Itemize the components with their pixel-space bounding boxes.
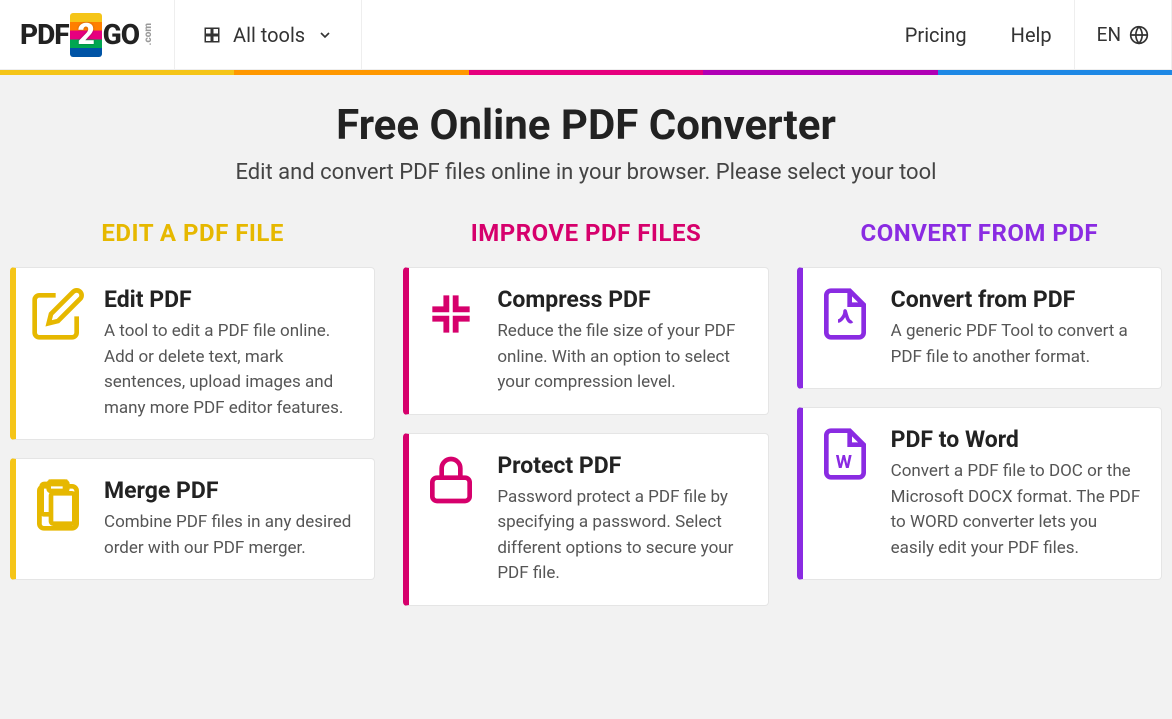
page-title: Free Online PDF Converter: [10, 101, 1162, 150]
card-desc: Reduce the file size of your PDF online.…: [497, 319, 749, 396]
word-file-icon: W: [817, 426, 873, 482]
column-improve: IMPROVE PDF FILES Compress PDF Reduce th…: [403, 219, 768, 624]
edit-icon: [30, 286, 86, 342]
column-convert: CONVERT FROM PDF Convert from PDF A gene…: [797, 219, 1162, 624]
card-merge-pdf[interactable]: Merge PDF Combine PDF files in any desir…: [10, 458, 375, 580]
card-desc: A tool to edit a PDF file online. Add or…: [104, 319, 356, 421]
pdf-file-icon: [817, 286, 873, 342]
column-edit: EDIT A PDF FILE Edit PDF A tool to edit …: [10, 219, 375, 624]
card-title: Edit PDF: [104, 286, 356, 313]
column-title: EDIT A PDF FILE: [10, 219, 375, 247]
all-tools-label: All tools: [233, 23, 305, 47]
logo-text-go: GO: [103, 18, 139, 51]
card-desc: A generic PDF Tool to convert a PDF file…: [891, 319, 1143, 370]
nav-pricing[interactable]: Pricing: [883, 0, 989, 69]
hero: Free Online PDF Converter Edit and conve…: [0, 75, 1172, 219]
lock-icon: [423, 452, 479, 508]
column-title: CONVERT FROM PDF: [797, 219, 1162, 247]
language-label: EN: [1097, 23, 1121, 46]
card-desc: Password protect a PDF file by specifyin…: [497, 485, 749, 587]
header: PDF 2 GO .com All tools Pricing Help EN: [0, 0, 1172, 70]
all-tools-menu[interactable]: All tools: [175, 0, 361, 69]
card-title: Merge PDF: [104, 477, 356, 504]
globe-icon: [1129, 25, 1149, 45]
logo[interactable]: PDF 2 GO .com: [0, 0, 174, 69]
card-title: Protect PDF: [497, 452, 749, 479]
merge-icon: [30, 477, 86, 533]
rainbow-bar: [0, 70, 1172, 75]
card-desc: Combine PDF files in any desired order w…: [104, 510, 356, 561]
card-protect-pdf[interactable]: Protect PDF Password protect a PDF file …: [403, 433, 768, 606]
logo-badge: 2: [70, 13, 102, 57]
card-title: Convert from PDF: [891, 286, 1143, 313]
chevron-down-icon: [317, 27, 333, 43]
tool-columns: EDIT A PDF FILE Edit PDF A tool to edit …: [0, 219, 1172, 644]
nav-help[interactable]: Help: [989, 0, 1074, 69]
column-title: IMPROVE PDF FILES: [403, 219, 768, 247]
card-compress-pdf[interactable]: Compress PDF Reduce the file size of you…: [403, 267, 768, 415]
card-title: PDF to Word: [891, 426, 1143, 453]
logo-text-com: .com: [143, 23, 154, 45]
divider: [361, 0, 362, 70]
language-selector[interactable]: EN: [1075, 0, 1171, 69]
card-desc: Convert a PDF file to DOC or the Microso…: [891, 459, 1143, 561]
grid-icon: [203, 26, 221, 44]
card-title: Compress PDF: [497, 286, 749, 313]
svg-text:W: W: [835, 451, 852, 473]
card-convert-from-pdf[interactable]: Convert from PDF A generic PDF Tool to c…: [797, 267, 1162, 389]
page-subtitle: Edit and convert PDF files online in you…: [10, 160, 1162, 185]
compress-icon: [423, 286, 479, 342]
card-pdf-to-word[interactable]: W PDF to Word Convert a PDF file to DOC …: [797, 407, 1162, 580]
logo-text-pdf: PDF: [20, 18, 69, 51]
card-edit-pdf[interactable]: Edit PDF A tool to edit a PDF file onlin…: [10, 267, 375, 440]
